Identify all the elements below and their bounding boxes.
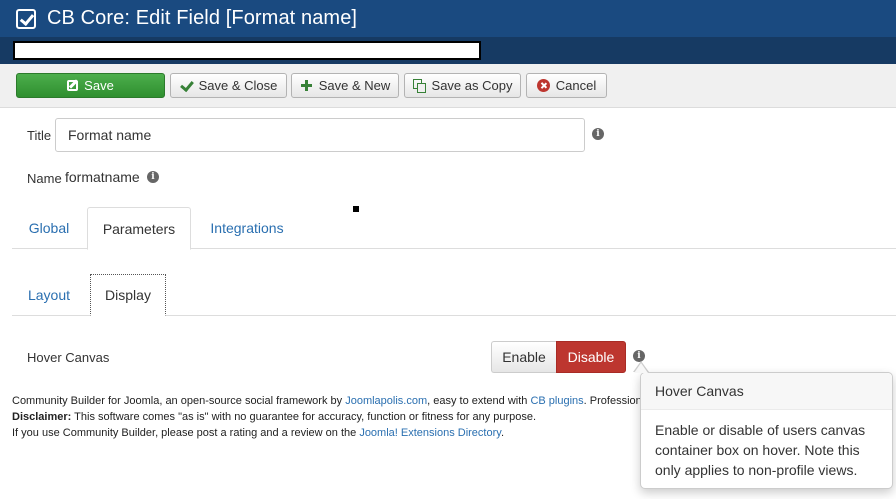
- tab-global[interactable]: Global: [12, 207, 86, 249]
- disclaimer-text: This software comes "as is" with no guar…: [71, 411, 537, 423]
- cancel-label: Cancel: [555, 78, 597, 93]
- sub-tabs: Layout Display: [12, 274, 896, 316]
- disclaimer-label: Disclaimer:: [12, 411, 72, 423]
- jed-link[interactable]: Joomla! Extensions Directory: [359, 427, 501, 439]
- tab-layout[interactable]: Layout: [12, 274, 86, 316]
- cb-plugins-link[interactable]: CB plugins: [530, 395, 583, 407]
- title-label: Title: [27, 128, 52, 143]
- save-new-button[interactable]: Save & New: [291, 73, 399, 98]
- enable-toggle-button[interactable]: Enable: [491, 341, 556, 373]
- popover-arrow-inner: [634, 363, 648, 373]
- plus-icon: [300, 79, 313, 92]
- hover-canvas-popover: Hover Canvas Enable or disable of users …: [640, 372, 893, 489]
- disable-toggle-button[interactable]: Disable: [556, 341, 626, 373]
- cancel-button[interactable]: Cancel: [526, 73, 607, 98]
- footer-line-2: Disclaimer: This software comes "as is" …: [12, 409, 650, 425]
- redacted-region: [13, 41, 481, 60]
- check-icon: [180, 79, 193, 92]
- toolbar: Save Save & Close Save & New Save as Cop…: [0, 64, 896, 108]
- name-info-icon[interactable]: i: [147, 171, 159, 183]
- save-copy-label: Save as Copy: [431, 78, 513, 93]
- footer-text: If you use Community Builder, please pos…: [12, 427, 360, 439]
- name-label: Name: [27, 171, 62, 186]
- main-tabs: Global Parameters Integrations: [12, 207, 896, 250]
- title-input[interactable]: Format name: [55, 118, 585, 152]
- tab-integrations[interactable]: Integrations: [192, 207, 302, 249]
- admin-subbar: [0, 37, 896, 64]
- joomlapolis-link[interactable]: Joomlapolis.com: [345, 395, 427, 407]
- footer-line-1: Community Builder for Joomla, an open-so…: [12, 393, 650, 409]
- save-as-copy-button[interactable]: Save as Copy: [404, 73, 521, 98]
- footer-text: Community Builder for Joomla, an open-so…: [12, 395, 346, 407]
- name-value: formatname: [65, 169, 140, 185]
- footer-credits: Community Builder for Joomla, an open-so…: [12, 393, 650, 441]
- tab-display[interactable]: Display: [90, 274, 166, 316]
- save-close-button[interactable]: Save & Close: [170, 73, 287, 98]
- footer-line-3: If you use Community Builder, please pos…: [12, 425, 650, 441]
- save-close-label: Save & Close: [198, 78, 278, 93]
- edit-icon: [67, 80, 79, 91]
- copy-icon: [412, 79, 426, 93]
- footer-text: .: [500, 427, 504, 439]
- save-button-label: Save: [84, 78, 114, 93]
- title-info-icon[interactable]: i: [592, 128, 604, 140]
- page-title: CB Core: Edit Field [Format name]: [47, 7, 358, 29]
- popover-body: Enable or disable of users canvas contai…: [655, 422, 866, 478]
- page-header: CB Core: Edit Field [Format name]: [0, 0, 896, 37]
- footer-text: , easy to extend with: [427, 395, 531, 407]
- save-new-label: Save & New: [318, 78, 391, 93]
- checkbox-edit-icon: [16, 8, 36, 29]
- cancel-icon: [536, 79, 550, 92]
- save-button[interactable]: Save: [16, 73, 165, 98]
- popover-title: Hover Canvas: [641, 373, 892, 410]
- tab-parameters[interactable]: Parameters: [87, 207, 191, 250]
- hover-canvas-label: Hover Canvas: [27, 350, 110, 365]
